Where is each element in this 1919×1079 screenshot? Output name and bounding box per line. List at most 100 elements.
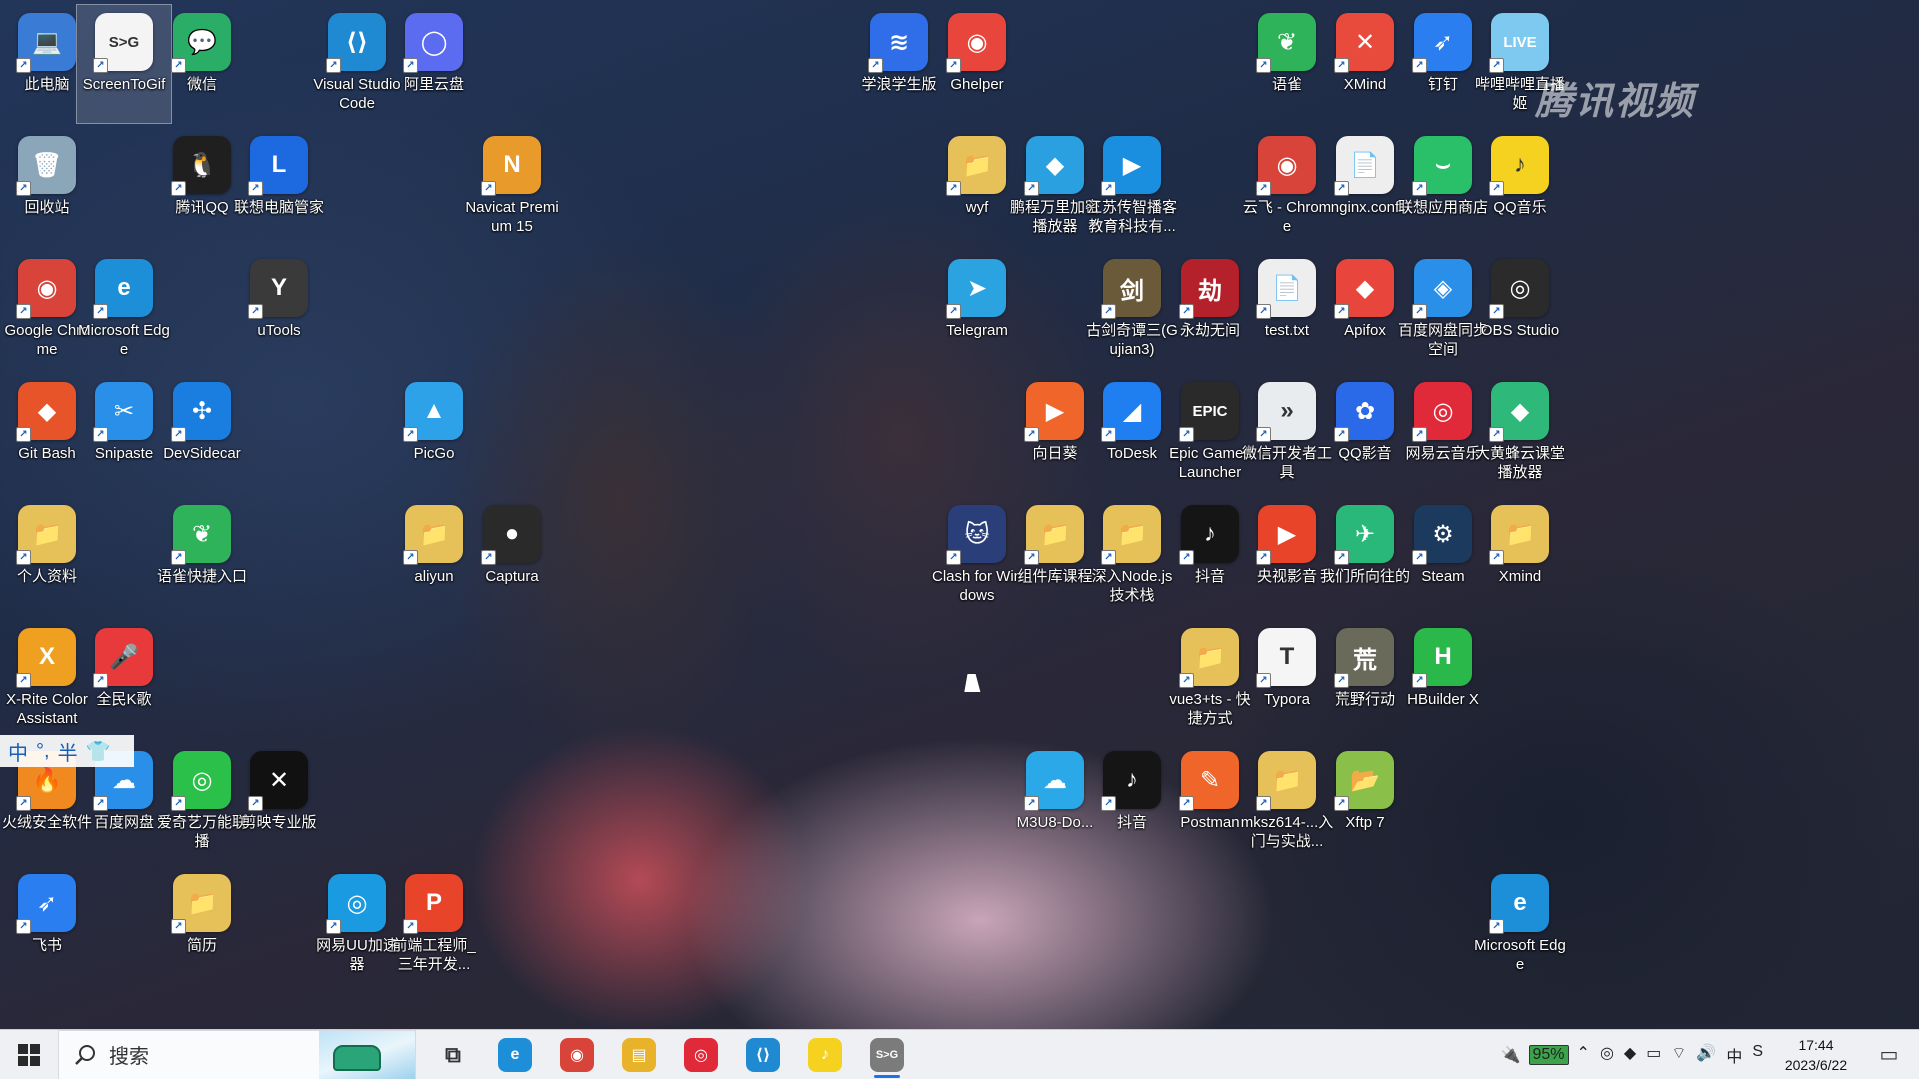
desktop-icon[interactable]: ➤ ↗ Telegram <box>930 251 1024 369</box>
desktop-icon[interactable]: ◯ ↗ 阿里云盘 <box>387 5 481 123</box>
app-icon: ♪ ↗ <box>1101 751 1161 811</box>
tray-icon[interactable]: 中 <box>1726 1043 1742 1067</box>
app-icon: ▲ ↗ <box>403 382 463 442</box>
ime-punct[interactable]: °, <box>36 740 50 763</box>
clock[interactable]: 17:44 2023/6/22 <box>1771 1035 1861 1075</box>
desktop-icon[interactable]: 📁 ↗ Xmind <box>1473 497 1567 615</box>
app-glyph: 📁 <box>32 520 62 548</box>
desktop-icon[interactable]: H ↗ HBuilder X <box>1396 620 1490 738</box>
desktop-icon[interactable]: L ↗ 联想电脑管家 <box>232 128 326 246</box>
app-glyph: ☁ <box>112 766 136 794</box>
ime-lang[interactable]: 中 <box>8 737 28 766</box>
app-glyph: ◎ <box>1509 274 1531 302</box>
app-glyph: ✣ <box>191 397 213 425</box>
app-glyph: X <box>38 643 55 670</box>
battery-indicator[interactable]: 95% <box>1528 1044 1569 1065</box>
shortcut-arrow-icon: ↗ <box>1412 304 1427 319</box>
taskbar-app-qqmusic[interactable]: ♪ <box>794 1030 856 1079</box>
desktop-icon[interactable]: ● ↗ Captura <box>465 497 559 615</box>
tray-icon[interactable]: S <box>1752 1043 1763 1067</box>
desktop-icon[interactable]: 🎤 ↗ 全民K歌 <box>77 620 171 738</box>
desktop-icon[interactable]: 📂 ↗ Xftp 7 <box>1318 743 1412 861</box>
desktop-icon-label: 剪映专业版 <box>241 814 317 831</box>
app-icon: 📁 ↗ <box>1024 505 1084 565</box>
taskbar-search[interactable]: 搜索 <box>58 1029 416 1079</box>
app-glyph: ❦ <box>1276 28 1298 56</box>
app-glyph: ◎ <box>1432 397 1454 425</box>
desktop-icon[interactable]: ◆ ↗ 大黄蜂云课堂播放器 <box>1473 374 1567 492</box>
desktop-icon[interactable]: 💬 ↗ 微信 <box>155 5 249 123</box>
netease-music-icon: ◎ <box>684 1037 718 1072</box>
taskbar-app-chrome[interactable]: ◉ <box>546 1030 608 1079</box>
plug-icon[interactable]: 🔌 <box>1501 1045 1521 1065</box>
app-glyph: ✈ <box>1354 520 1376 548</box>
desktop-icon-label: Captura <box>485 568 539 585</box>
app-icon: ❦ ↗ <box>171 505 231 565</box>
shortcut-arrow-icon: ↗ <box>868 58 883 73</box>
desktop-icon[interactable]: e ↗ Microsoft Edge <box>1473 866 1567 984</box>
shortcut-arrow-icon: ↗ <box>403 550 418 565</box>
desktop-icon[interactable]: P ↗ 前端工程师_三年开发... <box>387 866 481 984</box>
taskbar-app-vscode[interactable]: ⟨⟩ <box>732 1030 794 1079</box>
desktop-icon-label: 全民K歌 <box>96 691 152 708</box>
shortcut-arrow-icon: ↗ <box>171 919 186 934</box>
app-icon: 📁 ↗ <box>171 874 231 934</box>
shortcut-arrow-icon: ↗ <box>1101 427 1116 442</box>
shortcut-arrow-icon: ↗ <box>326 919 341 934</box>
ime-width[interactable]: 半 <box>58 737 78 766</box>
desktop-icon[interactable]: 🗑 ↗ 回收站 <box>0 128 94 246</box>
app-glyph: T <box>1279 643 1295 670</box>
app-glyph: N <box>503 151 521 178</box>
shortcut-arrow-icon: ↗ <box>1179 796 1194 811</box>
desktop-icon[interactable]: ▲ ↗ PicGo <box>387 374 481 492</box>
tray-icon[interactable]: ⌔ <box>1671 1043 1686 1067</box>
app-icon: ✂ ↗ <box>93 382 153 442</box>
desktop-icon[interactable]: ❦ ↗ 语雀快捷入口 <box>155 497 249 615</box>
taskbar-app-screentogif[interactable]: S>G <box>856 1030 918 1079</box>
app-icon: ▶ ↗ <box>1024 382 1084 442</box>
taskbar-app-netease-music[interactable]: ◎ <box>670 1030 732 1079</box>
desktop-icon[interactable]: ♪ ↗ QQ音乐 <box>1473 128 1567 246</box>
taskbar-app-explorer[interactable]: ▤ <box>608 1030 670 1079</box>
desktop-icon-label: uTools <box>257 322 301 339</box>
video-watermark: 腾讯视频 <box>1535 81 1696 123</box>
desktop-icon[interactable]: ✣ ↗ DevSidecar <box>155 374 249 492</box>
app-glyph: ✿ <box>1354 397 1376 425</box>
ime-skin-icon[interactable]: 👕 <box>86 739 111 764</box>
app-icon: ☁ ↗ <box>1024 751 1084 811</box>
desktop-icon[interactable]: N ↗ Navicat Premium 15 <box>465 128 559 246</box>
desktop-icon[interactable]: Y ↗ uTools <box>232 251 326 369</box>
desktop-icon[interactable]: ◎ ↗ OBS Studio <box>1473 251 1567 369</box>
desktop-icon-label: OBS Studio <box>1480 322 1560 339</box>
tray-icon[interactable]: 🔊 <box>1696 1043 1716 1067</box>
tray-icon[interactable]: ◆ <box>1624 1043 1636 1067</box>
ime-toolbar[interactable]: 中 °, 半 👕 <box>0 735 134 767</box>
notification-center-icon[interactable]: ▭ <box>1869 1030 1909 1079</box>
app-icon: ● ↗ <box>481 505 541 565</box>
desktop-icon[interactable]: ✕ ↗ 剪映专业版 <box>232 743 326 861</box>
taskbar-app-edge[interactable]: e <box>484 1030 546 1079</box>
desktop-icon[interactable]: ▶ ↗ 江苏传智播客教育科技有... <box>1085 128 1179 246</box>
desktop-icon[interactable]: ➶ ↗ 飞书 <box>0 866 94 984</box>
desktop-icon[interactable]: e ↗ Microsoft Edge <box>77 251 171 369</box>
desktop-icon[interactable]: 📁 ↗ 简历 <box>155 866 249 984</box>
shortcut-arrow-icon: ↗ <box>1024 181 1039 196</box>
app-glyph: 剑 <box>1120 277 1144 305</box>
app-icon: ➤ ↗ <box>946 259 1006 319</box>
app-icon: X ↗ <box>16 628 76 688</box>
desktop-icon[interactable]: 📁 ↗ 个人资料 <box>0 497 94 615</box>
clock-date: 2023/6/22 <box>1784 1056 1848 1073</box>
app-icon: H ↗ <box>1412 628 1472 688</box>
app-icon: LIVE ↗ <box>1489 13 1549 73</box>
start-button[interactable] <box>0 1030 58 1079</box>
shortcut-arrow-icon: ↗ <box>93 58 108 73</box>
app-glyph: » <box>1280 397 1294 424</box>
tray-icon[interactable]: ▭ <box>1646 1043 1661 1067</box>
tray-icon[interactable]: ⌃ <box>1577 1043 1590 1067</box>
app-glyph: ⟨⟩ <box>346 28 368 56</box>
desktop-icon-label: 江苏传智播客教育科技有... <box>1086 199 1177 235</box>
tray-icon[interactable]: ◎ <box>1600 1043 1614 1067</box>
taskbar-app-taskview[interactable]: ⧉ <box>422 1030 484 1079</box>
system-tray: 🔌 95% ⌃ ◎ ◆ ▭ ⌔ 🔊 中 S 17:44 2023/6/22 ▭ <box>1501 1030 1919 1079</box>
desktop-icon[interactable]: ◉ ↗ Ghelper <box>930 5 1024 123</box>
